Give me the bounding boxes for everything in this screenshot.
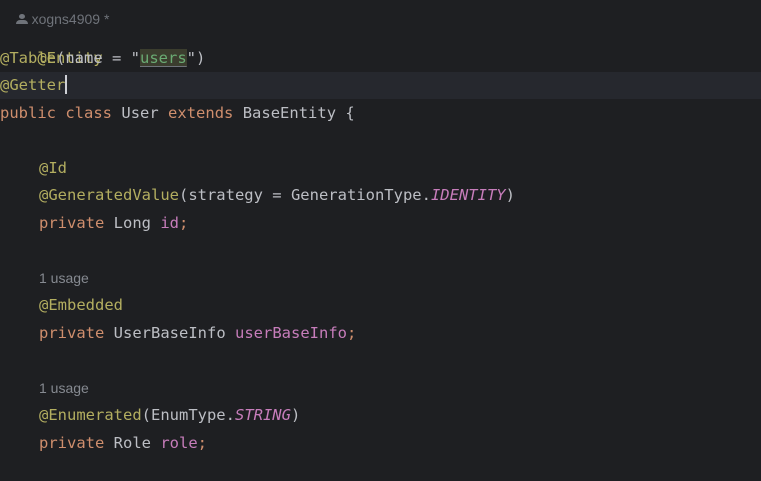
keyword-private: private: [39, 324, 105, 342]
semicolon: ;: [179, 214, 189, 232]
text-caret: [65, 75, 67, 94]
annotation-table: @Table: [0, 49, 56, 67]
field-id: id: [160, 214, 180, 232]
keyword-class: class: [65, 104, 113, 122]
annotation-generated-value: @GeneratedValue: [39, 186, 179, 204]
keyword-private: private: [39, 214, 105, 232]
field-role: role: [160, 434, 198, 452]
semicolon: ;: [346, 324, 357, 342]
code-editor[interactable]: xogns4909 * @Entity @Table(name = "users…: [0, 0, 761, 481]
usage-count-label[interactable]: 1 usage: [39, 380, 89, 396]
identity-constant: IDENTITY: [430, 186, 506, 204]
annotation-embedded: @Embedded: [39, 296, 123, 314]
code-line-1[interactable]: @Entity: [0, 18, 761, 67]
table-args-close: "): [186, 49, 206, 67]
code-line-3-current[interactable]: @Getter: [0, 72, 761, 99]
type-role: Role: [113, 434, 151, 452]
code-line-13[interactable]: @Enumerated(EnumType.STRING): [0, 402, 761, 429]
type-long: Long: [113, 214, 151, 232]
annotation-getter: @Getter: [0, 76, 66, 94]
enumerated-args: (EnumType.: [141, 406, 235, 424]
code-line-14[interactable]: private Role role;: [0, 430, 761, 457]
usage-count-label[interactable]: 1 usage: [39, 270, 89, 286]
base-class: BaseEntity {: [242, 104, 355, 122]
semicolon: ;: [197, 434, 208, 452]
code-line-6[interactable]: @Id: [0, 155, 761, 182]
string-constant: STRING: [234, 406, 291, 424]
type-userbaseinfo: UserBaseInfo: [113, 324, 226, 342]
annotation-enumerated: @Enumerated: [39, 406, 142, 424]
usage-hint-2[interactable]: 1 usage: [0, 375, 761, 402]
author-inlay-hint[interactable]: xogns4909 *: [0, 0, 761, 26]
keyword-extends: extends: [168, 104, 234, 122]
usage-hint-1[interactable]: 1 usage: [0, 265, 761, 292]
code-line-2[interactable]: @Table(name = "users"): [0, 45, 761, 72]
field-userbaseinfo: userBaseInfo: [235, 324, 347, 342]
generated-args: (strategy = GenerationType.: [178, 186, 431, 204]
table-name-string[interactable]: users: [140, 49, 187, 67]
class-name: User: [121, 104, 159, 122]
code-line-7[interactable]: @GeneratedValue(strategy = GenerationTyp…: [0, 182, 761, 209]
table-args-open: (name = ": [56, 49, 140, 67]
close-paren: ): [290, 406, 301, 424]
code-line-11[interactable]: private UserBaseInfo userBaseInfo;: [0, 320, 761, 347]
close-paren: ): [505, 186, 515, 204]
keyword-public: public: [0, 104, 56, 122]
code-line-10[interactable]: @Embedded: [0, 292, 761, 319]
keyword-private: private: [39, 434, 105, 452]
code-line-4[interactable]: public class User extends BaseEntity {: [0, 100, 761, 127]
code-line-8[interactable]: private Long id;: [0, 210, 761, 237]
annotation-id: @Id: [39, 159, 67, 177]
